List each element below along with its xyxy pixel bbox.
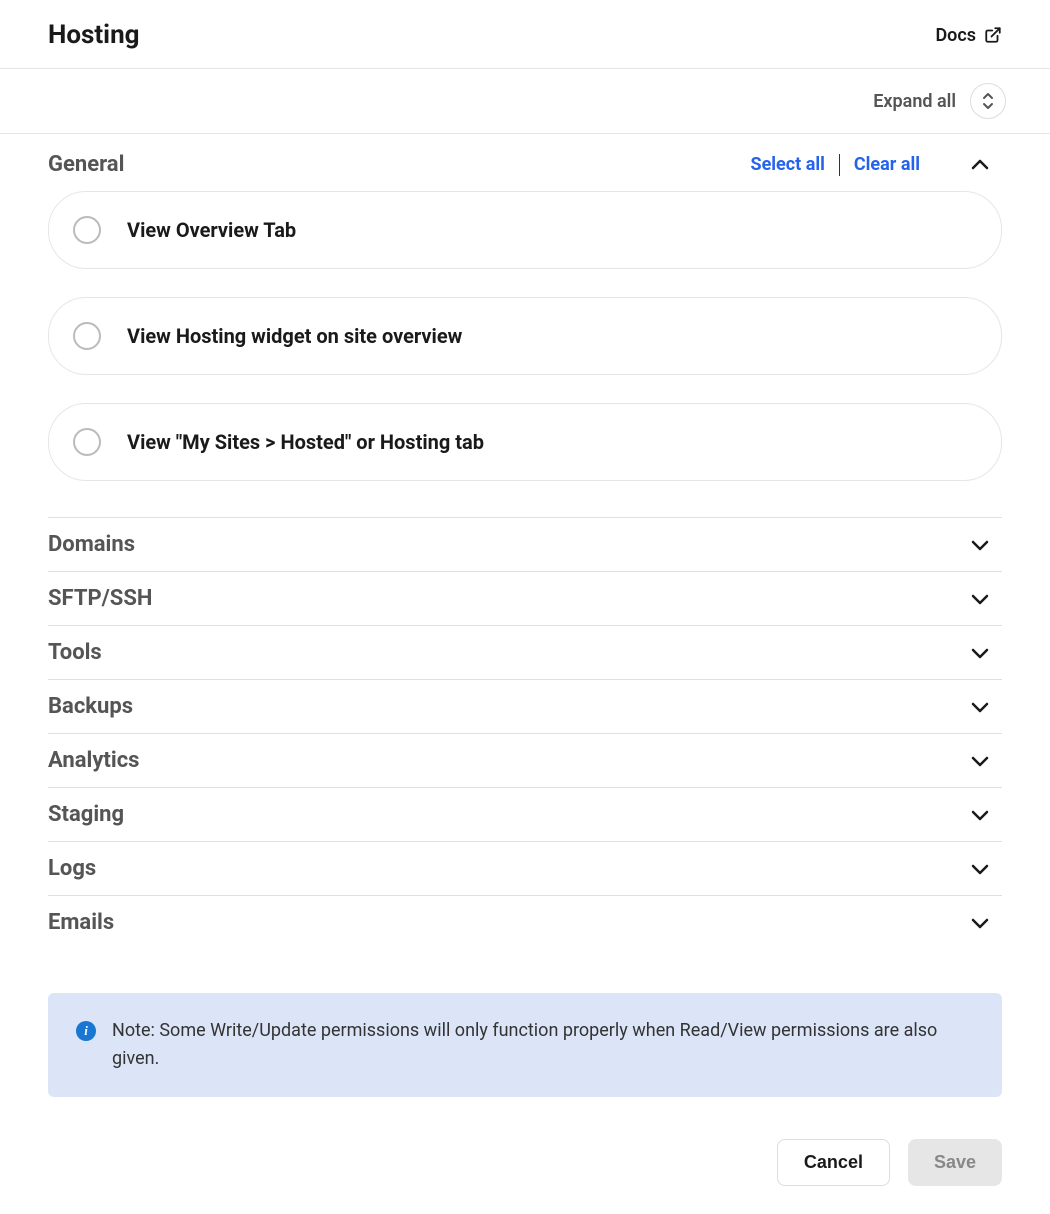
chevron-down-icon (970, 755, 990, 767)
section-title: Domains (48, 532, 135, 557)
permission-item[interactable]: View Overview Tab (48, 191, 1002, 269)
clear-all-button[interactable]: Clear all (852, 154, 922, 175)
footer-actions: Cancel Save (0, 1117, 1050, 1214)
section-title: Emails (48, 910, 114, 935)
section-title: SFTP/SSH (48, 586, 152, 611)
note-text: Note: Some Write/Update permissions will… (112, 1017, 974, 1073)
page-header: Hosting Docs (0, 0, 1050, 69)
section-title: Tools (48, 640, 102, 665)
docs-link[interactable]: Docs (935, 25, 1002, 46)
chevron-down-icon (970, 809, 990, 821)
section-title: Staging (48, 802, 124, 827)
chevron-down-icon (970, 539, 990, 551)
content-area: General Select all Clear all View Overvi… (0, 134, 1050, 1117)
chevron-down-icon (970, 647, 990, 659)
permission-label: View Overview Tab (127, 218, 296, 242)
permission-label: View "My Sites > Hosted" or Hosting tab (127, 430, 484, 454)
chevron-down-icon (970, 917, 990, 929)
chevron-up-icon (982, 92, 994, 100)
chevron-down-icon (970, 863, 990, 875)
radio-unchecked-icon[interactable] (73, 216, 101, 244)
chevron-down-icon (970, 701, 990, 713)
section-title: Logs (48, 856, 96, 881)
cancel-button[interactable]: Cancel (777, 1139, 890, 1186)
permission-list-general: View Overview Tab View Hosting widget on… (48, 191, 1002, 517)
section-title-general: General (48, 152, 748, 177)
section-title: Backups (48, 694, 133, 719)
permission-label: View Hosting widget on site overview (127, 324, 462, 348)
radio-unchecked-icon[interactable] (73, 322, 101, 350)
radio-unchecked-icon[interactable] (73, 428, 101, 456)
section-row-tools[interactable]: Tools (48, 625, 1002, 679)
note-box: i Note: Some Write/Update permissions wi… (48, 993, 1002, 1097)
permission-item[interactable]: View "My Sites > Hosted" or Hosting tab (48, 403, 1002, 481)
collapse-general-button[interactable] (970, 159, 990, 171)
section-row-sftp-ssh[interactable]: SFTP/SSH (48, 571, 1002, 625)
section-row-staging[interactable]: Staging (48, 787, 1002, 841)
section-row-domains[interactable]: Domains (48, 517, 1002, 571)
chevron-down-icon (970, 593, 990, 605)
section-row-logs[interactable]: Logs (48, 841, 1002, 895)
section-row-emails[interactable]: Emails (48, 895, 1002, 949)
divider (839, 154, 840, 176)
docs-label: Docs (935, 25, 976, 46)
expand-all-button[interactable] (970, 83, 1006, 119)
expand-all-label: Expand all (873, 91, 956, 112)
select-all-button[interactable]: Select all (748, 154, 826, 175)
external-link-icon (984, 26, 1002, 44)
save-button[interactable]: Save (908, 1139, 1002, 1186)
page-title: Hosting (48, 20, 140, 50)
info-icon: i (76, 1021, 96, 1041)
section-row-analytics[interactable]: Analytics (48, 733, 1002, 787)
section-header-general: General Select all Clear all (48, 134, 1002, 191)
chevron-up-icon (970, 159, 990, 171)
permission-item[interactable]: View Hosting widget on site overview (48, 297, 1002, 375)
expand-all-row: Expand all (0, 69, 1050, 134)
section-row-backups[interactable]: Backups (48, 679, 1002, 733)
chevron-down-icon (982, 102, 994, 110)
section-title: Analytics (48, 748, 139, 773)
